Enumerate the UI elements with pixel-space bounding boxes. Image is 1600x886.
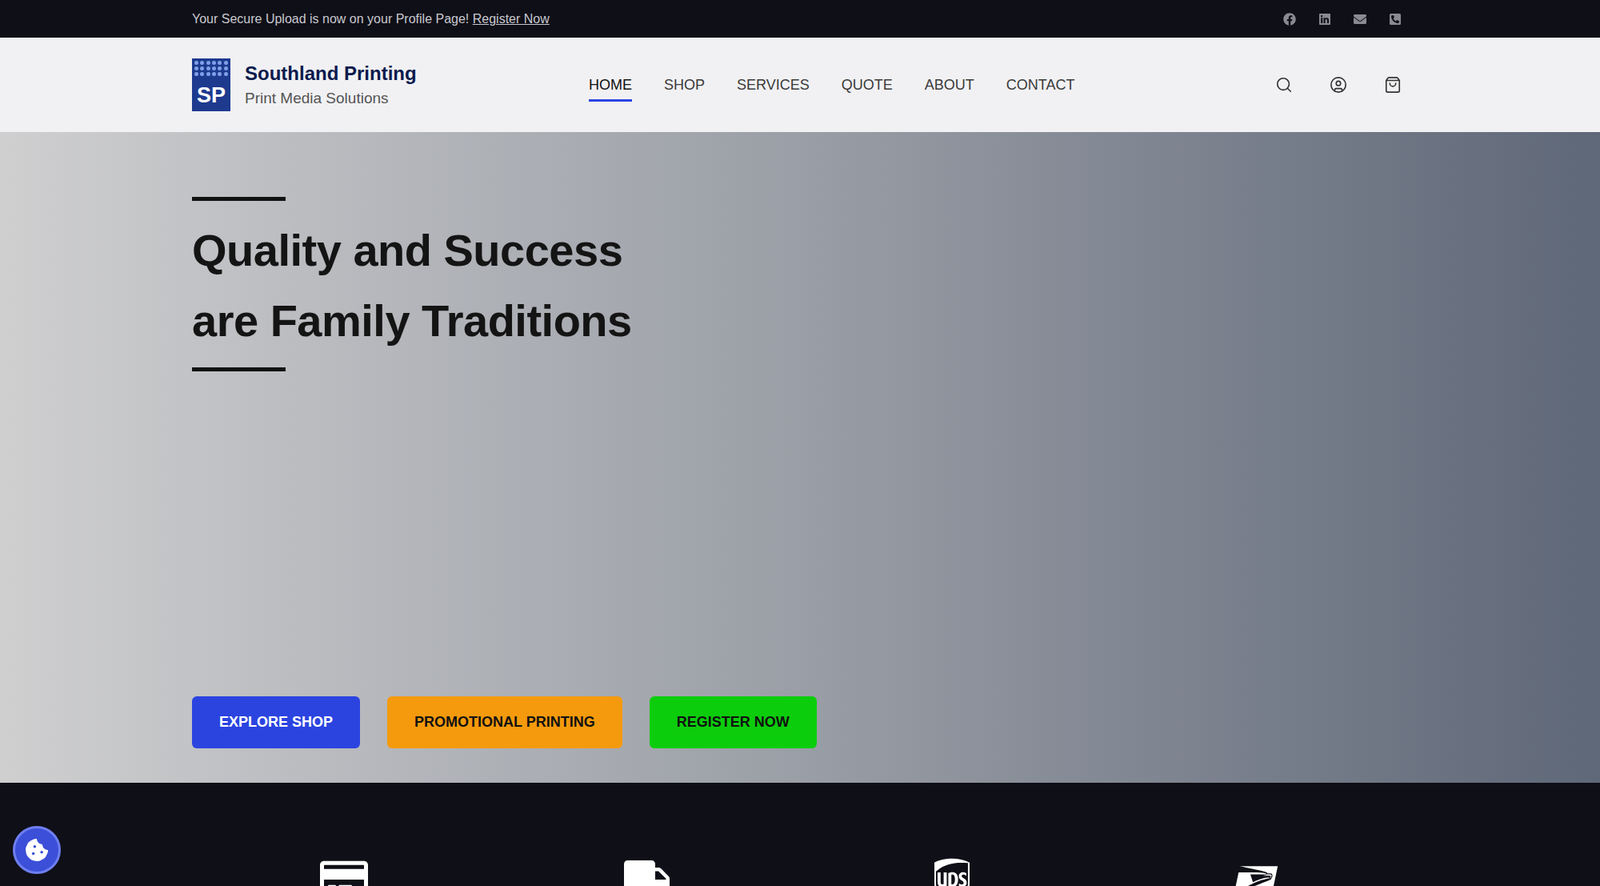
nav-item[interactable]: QUOTE: [841, 74, 893, 102]
facebook-icon[interactable]: [1283, 12, 1296, 26]
announcement-text: Your Secure Upload is now on your Profil…: [192, 9, 550, 29]
nav-item[interactable]: ABOUT: [924, 74, 975, 102]
heading-rule: [192, 367, 286, 372]
hero-buttons: EXPLORE SHOP PROMOTIONAL PRINTING REGISTER…: [192, 696, 1408, 748]
feature: [800, 855, 1104, 886]
hero: Quality and Successare Family Traditions…: [0, 132, 1600, 783]
payment-icon: [320, 855, 368, 886]
main-nav: HOME SHOP SERVICES QUOTE ABOUT CONTACT: [588, 68, 1075, 102]
hero-button[interactable]: REGISTER NOW: [649, 696, 817, 748]
page: Your Secure Upload is now on your Profil…: [0, 0, 1600, 886]
social-links: [1283, 12, 1408, 26]
email-icon[interactable]: [1353, 12, 1367, 26]
logo-subtitle: Print Media Solutions: [244, 88, 417, 108]
cookie-button[interactable]: [12, 825, 61, 874]
feature: [1104, 855, 1408, 886]
nav-item[interactable]: SERVICES: [736, 74, 810, 102]
logo-mark: SP: [192, 58, 231, 112]
register-link[interactable]: Register Now: [472, 12, 550, 26]
logo[interactable]: SP Southland PrintingPrint Media Solution…: [192, 58, 589, 112]
hero-button[interactable]: EXPLORE SHOP: [192, 696, 360, 748]
ups-icon: [928, 855, 976, 886]
usps-icon: [1232, 855, 1280, 886]
features: [0, 782, 1600, 886]
nav-item[interactable]: HOME: [588, 74, 632, 102]
heading-rule: [192, 196, 286, 201]
search-icon[interactable]: [1275, 76, 1293, 94]
hero-button[interactable]: PROMOTIONAL PRINTING: [387, 696, 623, 748]
feature: [192, 855, 496, 886]
nav-item[interactable]: CONTACT: [1006, 74, 1076, 102]
phone-icon[interactable]: [1388, 12, 1402, 26]
account-icon[interactable]: [1329, 76, 1348, 94]
linkedin-icon[interactable]: [1318, 12, 1332, 26]
announcement-bar: Your Secure Upload is now on your Profil…: [0, 0, 1600, 38]
logo-title: Southland Printing: [244, 61, 417, 86]
nav-item[interactable]: SHOP: [664, 74, 705, 102]
feature: [496, 855, 800, 886]
delivery-icon: [624, 855, 672, 886]
header: SP Southland PrintingPrint Media Solution…: [0, 37, 1600, 132]
hero-heading: Quality and Successare Family Traditions: [192, 215, 1408, 356]
header-actions: [1275, 76, 1408, 94]
cart-icon[interactable]: [1384, 76, 1402, 94]
cookie-icon: [25, 838, 48, 861]
